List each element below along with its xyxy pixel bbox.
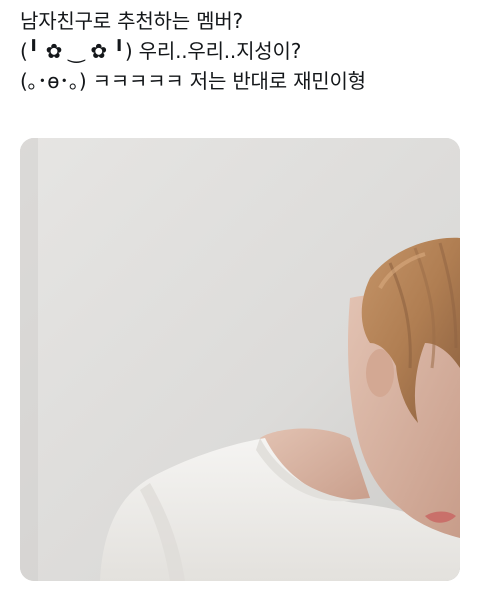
tweet-photo[interactable] [20,138,460,581]
tweet-line-answer-2: (｡･ө･｡) ㅋㅋㅋㅋㅋ 저는 반대로 재민이형 [20,69,366,93]
ear [366,349,394,397]
tweet-text: 남자친구로 추천하는 멤버? (╹ ✿ ‿ ✿ ╹) 우리..우리..지성이? … [20,6,460,96]
tweet-line-answer-1: (╹ ✿ ‿ ✿ ╹) 우리..우리..지성이? [20,39,302,63]
photo-illustration [20,138,460,581]
wall-edge-shadow [20,138,38,581]
tweet-line-question: 남자친구로 추천하는 멤버? [20,9,243,33]
